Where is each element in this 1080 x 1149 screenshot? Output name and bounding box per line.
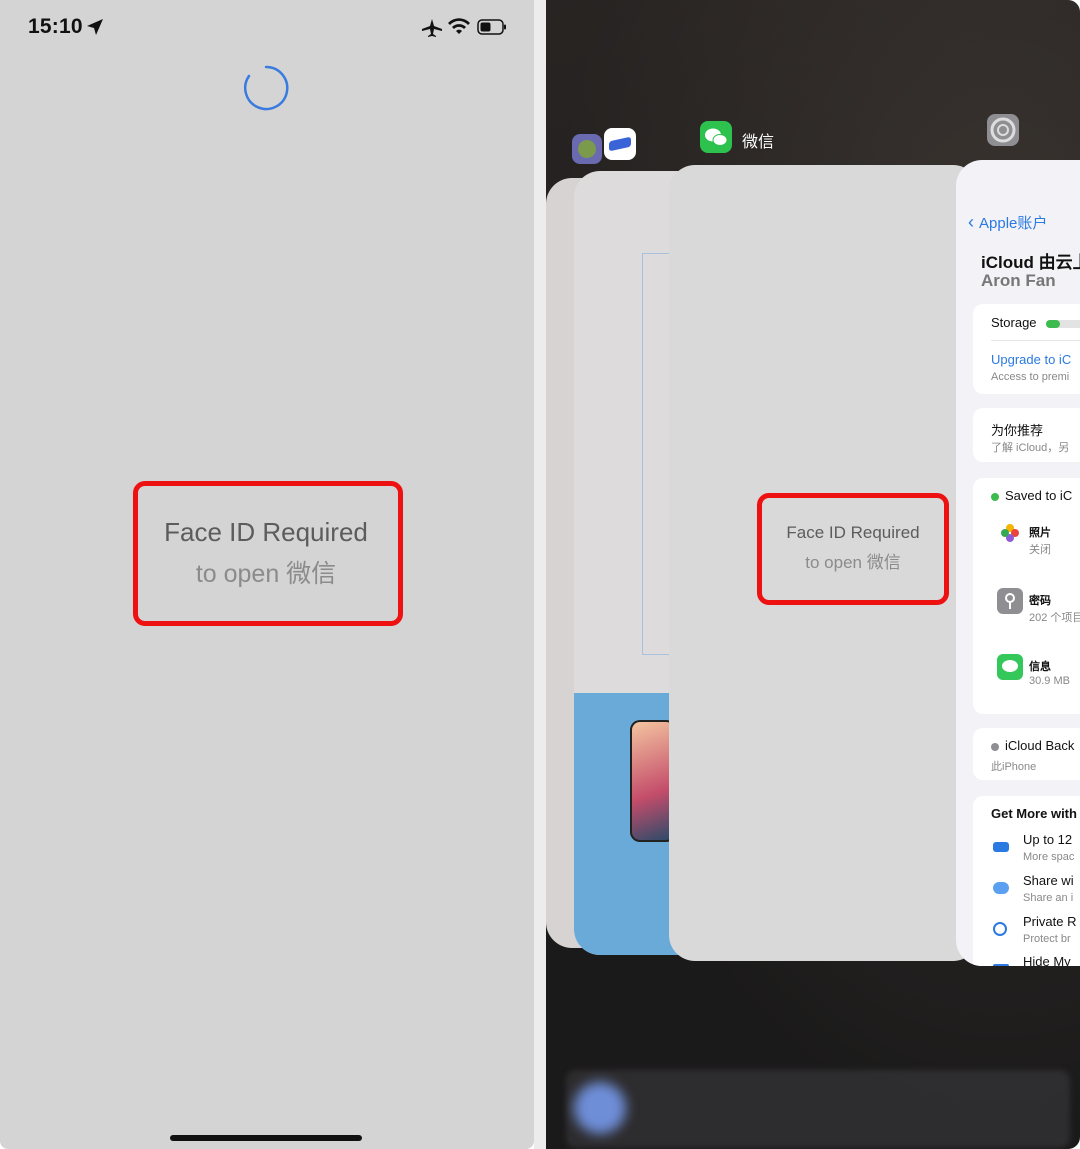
status-time: 15:10 <box>28 15 83 38</box>
backup-group[interactable]: iCloud Back 此iPhone <box>973 728 1080 780</box>
photos-icon <box>997 520 1023 546</box>
storage-row[interactable]: Storage <box>991 315 1080 330</box>
wechat-app-label: 微信 <box>742 134 775 151</box>
cloud-storage-icon <box>993 842 1009 852</box>
app-switcher: 微信 Face ID Required to open 微信 ‹ Apple账户… <box>546 0 1080 1149</box>
icloud-title: iCloud 由云上 <box>981 253 1080 272</box>
recommend-sub: 了解 iCloud，另 <box>991 442 1070 454</box>
recommend-label: 为你推荐 <box>991 423 1044 438</box>
saved-row: Saved to iC <box>991 488 1072 503</box>
get-more-label: Get More with <box>991 806 1077 821</box>
chevron-left-icon: ‹ <box>968 212 979 232</box>
share-sub: Share an i <box>1023 892 1074 904</box>
messages-sub: 30.9 MB <box>1029 675 1070 687</box>
key-icon <box>997 588 1023 614</box>
back-button[interactable]: ‹ Apple账户 <box>968 212 1047 233</box>
highlight-box <box>133 481 403 626</box>
green-dot-icon <box>991 492 999 501</box>
upgrade-link[interactable]: Upgrade to iC <box>991 352 1071 367</box>
storage-bar <box>1046 319 1080 328</box>
blurred-avatar <box>574 1082 626 1134</box>
loading-spinner-icon <box>244 65 289 111</box>
private-sub: Protect br <box>1023 933 1071 945</box>
upto-sub: More spac <box>1023 851 1075 863</box>
wifi-icon <box>448 18 470 34</box>
panel-divider <box>534 0 546 1149</box>
back-label: Apple账户 <box>979 215 1048 232</box>
upto-label[interactable]: Up to 12 <box>1023 832 1072 847</box>
photos-sub: 关闭 <box>1029 544 1051 556</box>
family-icon <box>993 882 1009 894</box>
upgrade-sub: Access to premi <box>991 371 1070 383</box>
wechat-bubbles-icon <box>705 128 728 146</box>
stack-app-icon[interactable] <box>604 128 636 160</box>
messages-icon <box>997 654 1023 680</box>
airplane-mode-icon <box>422 19 442 37</box>
left-screen: 15:10 Face ID Required to open 微信 <box>0 0 534 1149</box>
share-label[interactable]: Share wi <box>1023 873 1074 888</box>
saved-label: Saved to iC <box>1005 488 1073 503</box>
user-name: Aron Fan <box>981 271 1056 290</box>
private-label[interactable]: Private R <box>1023 914 1076 929</box>
highlight-box-card <box>757 493 949 605</box>
passwords-label[interactable]: 密码 <box>1029 592 1051 608</box>
saved-group: Saved to iC 照片 关闭 密码 202 个项目 信息 30.9 MB <box>973 478 1080 714</box>
wechat-app-icon[interactable] <box>700 121 732 153</box>
backup-row: iCloud Back <box>991 738 1074 753</box>
gear-icon <box>990 117 1016 143</box>
messages-label[interactable]: 信息 <box>1029 658 1051 674</box>
backup-sub: 此iPhone <box>991 761 1037 773</box>
photos-label[interactable]: 照片 <box>1029 524 1051 540</box>
app-icon-purple[interactable] <box>572 134 602 164</box>
recommend-group[interactable]: 为你推荐 了解 iCloud，另 <box>973 408 1080 462</box>
settings-app-card[interactable]: ‹ Apple账户 iCloud 由云上 Aron Fan Storage Up… <box>956 160 1080 966</box>
gray-dot-icon <box>991 742 999 751</box>
globe-icon <box>993 922 1007 936</box>
passwords-sub: 202 个项目 <box>1029 612 1080 624</box>
get-more-group: Get More with Up to 12 More spac Share w… <box>973 796 1080 966</box>
backup-label: iCloud Back <box>1005 738 1075 753</box>
settings-app-icon[interactable] <box>987 114 1019 146</box>
storage-label: Storage <box>991 315 1037 330</box>
storage-group: Storage Upgrade to iC Access to premi <box>973 304 1080 394</box>
location-arrow-icon <box>87 19 103 35</box>
battery-icon <box>477 19 506 35</box>
blurred-bar <box>566 1070 1070 1148</box>
home-indicator[interactable] <box>170 1135 362 1141</box>
hide-label[interactable]: Hide My <box>1023 954 1071 966</box>
separator <box>991 340 1080 341</box>
mail-icon <box>993 964 1009 966</box>
